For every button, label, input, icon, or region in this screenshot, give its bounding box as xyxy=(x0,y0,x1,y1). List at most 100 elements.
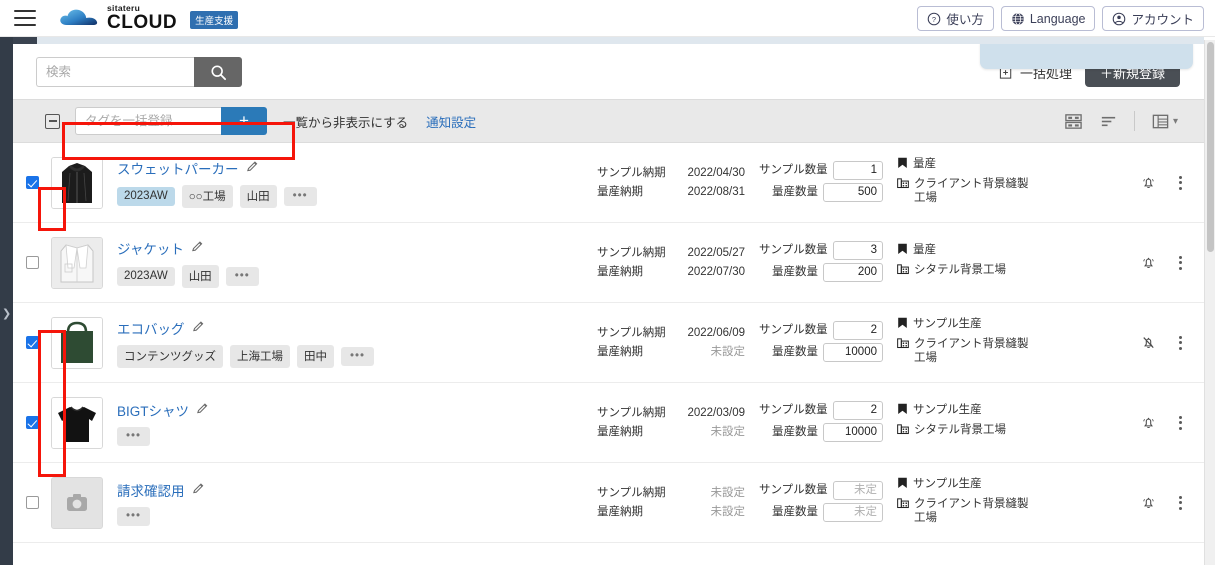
collapsed-sidebar[interactable]: ❯ xyxy=(0,37,13,565)
edit-pencil-icon[interactable] xyxy=(192,320,205,336)
row-checkbox[interactable] xyxy=(25,496,39,509)
horizontal-scrollbar[interactable] xyxy=(13,37,1204,44)
row-checkbox[interactable] xyxy=(25,256,39,269)
row-checkbox-cell[interactable] xyxy=(13,336,51,349)
edit-pencil-icon[interactable] xyxy=(196,402,209,418)
sample-due-value: 2022/06/09 xyxy=(687,326,745,339)
row-checkbox-cell[interactable] xyxy=(13,416,51,429)
more-tags-button[interactable]: ••• xyxy=(283,186,317,206)
vertical-scrollbar[interactable] xyxy=(1204,40,1215,565)
language-button[interactable]: Language xyxy=(1000,6,1096,31)
row-checkbox[interactable] xyxy=(25,336,39,349)
factory-icon xyxy=(897,497,909,513)
item-tag[interactable]: 山田 xyxy=(239,184,277,208)
tag-bulk-register-input[interactable] xyxy=(75,107,221,135)
hide-from-list-link[interactable]: 一覧から非表示にする xyxy=(283,112,408,131)
bell-icon[interactable] xyxy=(1140,254,1157,271)
table-row[interactable]: ジャケット 2023AW 山田 ••• サンプル納期 2022/05/27 量産納期… xyxy=(13,223,1204,303)
row-checkbox[interactable] xyxy=(25,176,39,189)
hamburger-menu-icon[interactable] xyxy=(14,10,36,26)
status-column: 量産 クライアント背景縫製工場 xyxy=(897,157,1029,209)
account-button[interactable]: アカウント xyxy=(1102,6,1204,31)
mass-qty-input[interactable]: 未定 xyxy=(823,502,883,522)
select-all-indeterminate-checkbox-icon[interactable] xyxy=(45,113,60,129)
kebab-menu-icon[interactable] xyxy=(1177,334,1184,352)
bell-off-icon[interactable] xyxy=(1140,334,1157,351)
bell-icon[interactable] xyxy=(1140,174,1157,191)
vertical-scrollbar-thumb[interactable] xyxy=(1207,42,1214,252)
item-tag[interactable]: コンテンツグッズ xyxy=(117,344,223,368)
item-title-link[interactable]: スウェットパーカー xyxy=(117,158,597,178)
edit-pencil-icon[interactable] xyxy=(192,482,205,498)
mass-qty-input[interactable]: 500 xyxy=(823,182,883,202)
kebab-menu-icon[interactable] xyxy=(1177,254,1184,272)
jacket-photo[interactable] xyxy=(51,236,103,289)
factory-icon xyxy=(897,177,909,193)
row-checkbox[interactable] xyxy=(25,416,39,429)
bell-icon[interactable] xyxy=(1140,494,1157,511)
mass-qty-input[interactable]: 10000 xyxy=(823,422,883,442)
mass-qty-label: 量産数量 xyxy=(772,425,818,438)
table-row[interactable]: スウェットパーカー 2023AW ○○工場 山田 ••• サンプル納期 2022/04… xyxy=(13,143,1204,223)
kebab-menu-icon[interactable] xyxy=(1177,494,1184,512)
horizontal-scrollbar-thumb[interactable] xyxy=(13,37,37,44)
sample-due-value: 未設定 xyxy=(710,486,746,499)
factory-icon xyxy=(897,423,909,439)
edit-pencil-icon[interactable] xyxy=(191,240,204,256)
item-title-link[interactable]: エコバッグ xyxy=(117,318,597,338)
edit-pencil-icon[interactable] xyxy=(246,160,259,176)
sample-qty-input[interactable]: 1 xyxy=(832,160,883,180)
item-tag[interactable]: 田中 xyxy=(297,344,334,368)
mass-due-value: 未設定 xyxy=(710,505,746,518)
bell-icon[interactable] xyxy=(1140,414,1157,431)
sample-qty-input[interactable]: 2 xyxy=(832,320,883,340)
sample-qty-input[interactable]: 未定 xyxy=(832,480,883,500)
item-tag[interactable]: 2023AW xyxy=(117,266,175,286)
sidebar-expand-chevron-right-icon[interactable]: ❯ xyxy=(2,307,11,321)
sample-due-label: サンプル納期 xyxy=(597,246,666,259)
sample-due-label: サンプル納期 xyxy=(597,166,666,179)
item-title-link[interactable]: BIGTシャツ xyxy=(117,400,597,420)
item-tag[interactable]: 2023AW xyxy=(117,186,175,206)
chevron-down-icon[interactable]: ▾ xyxy=(1173,116,1178,127)
help-button[interactable]: ? 使い方 xyxy=(917,6,994,31)
table-row[interactable]: 請求確認用 ••• サンプル納期 未設定 量産納期 未設定 サンプル数量 未定 … xyxy=(13,463,1204,543)
pencil-icon xyxy=(192,320,203,331)
mass-qty-input[interactable]: 200 xyxy=(823,262,883,282)
kebab-menu-icon[interactable] xyxy=(1177,414,1184,432)
item-tag[interactable]: 上海工場 xyxy=(230,344,290,368)
tag-add-button[interactable]: + xyxy=(221,107,267,135)
kebab-menu-icon[interactable] xyxy=(1177,174,1184,192)
search-button[interactable] xyxy=(194,57,242,87)
sample-qty-label: サンプル数量 xyxy=(759,403,828,416)
app-logo[interactable]: sitateru CLOUD 生産支援 xyxy=(58,4,239,32)
row-checkbox-cell[interactable] xyxy=(13,496,51,509)
quantities: サンプル数量 3 量産数量 200 xyxy=(759,240,883,285)
more-tags-button[interactable]: ••• xyxy=(117,426,151,446)
layout-grid-icon[interactable] xyxy=(1064,112,1083,131)
item-tag[interactable]: ○○工場 xyxy=(181,184,233,208)
mass-due-label: 量産納期 xyxy=(597,345,643,358)
row-checkbox-cell[interactable] xyxy=(13,256,51,269)
hoodie-photo[interactable] xyxy=(51,156,103,209)
sample-qty-input[interactable]: 2 xyxy=(832,400,883,420)
row-checkbox-cell[interactable] xyxy=(13,176,51,189)
more-tags-button[interactable]: ••• xyxy=(225,266,259,286)
search-input[interactable] xyxy=(36,57,194,87)
tshirt-photo[interactable] xyxy=(51,396,103,449)
mass-qty-input[interactable]: 10000 xyxy=(823,342,883,362)
sample-qty-input[interactable]: 3 xyxy=(832,240,883,260)
item-title-link[interactable]: ジャケット xyxy=(117,238,597,258)
sort-icon[interactable] xyxy=(1099,112,1118,131)
more-tags-button[interactable]: ••• xyxy=(117,506,151,526)
item-tags: 2023AW ○○工場 山田 ••• xyxy=(117,184,597,208)
item-title-link[interactable]: 請求確認用 xyxy=(117,480,597,500)
camera-placeholder-icon[interactable] xyxy=(51,476,103,529)
table-row[interactable]: BIGTシャツ ••• サンプル納期 2022/03/09 量産納期 未設定 サ… xyxy=(13,383,1204,463)
ecobag-photo[interactable] xyxy=(51,316,103,369)
table-row[interactable]: エコバッグ コンテンツグッズ 上海工場 田中 ••• サンプル納期 2022/06/0… xyxy=(13,303,1204,383)
more-tags-button[interactable]: ••• xyxy=(341,346,375,366)
notification-settings-link[interactable]: 通知設定 xyxy=(426,112,476,131)
table-view-icon[interactable]: ▾ xyxy=(1151,112,1178,131)
item-tag[interactable]: 山田 xyxy=(181,264,219,288)
